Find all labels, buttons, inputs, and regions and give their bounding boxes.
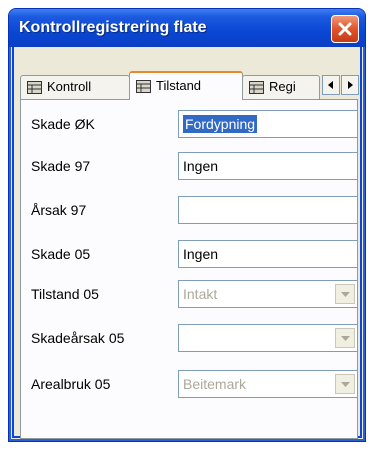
chevron-down-icon: [341, 336, 350, 341]
field-label: Skade 97: [31, 158, 91, 174]
selected-text: Fordypning: [183, 115, 258, 133]
tab-kontroll[interactable]: Kontroll: [20, 75, 130, 99]
skade-ok-input[interactable]: Fordypning: [178, 110, 358, 138]
table-icon: [27, 81, 42, 94]
arsak-97-input[interactable]: [178, 196, 358, 224]
window-title: Kontrollregistrering flate: [19, 19, 207, 36]
chevron-down-icon: [341, 292, 350, 297]
table-icon: [136, 80, 151, 93]
tilstand-05-select[interactable]: Intakt: [178, 280, 358, 308]
field-row-skade-ok: Skade ØK Fordypning: [21, 110, 358, 140]
dialog-window: Kontrollregistrering flate Kontroll Tils…: [8, 8, 366, 442]
arrow-left-icon: [328, 81, 333, 89]
select-value: Beitemark: [183, 376, 247, 392]
tab-scroll-right-button[interactable]: [341, 75, 359, 95]
field-label: Skadeårsak 05: [31, 330, 125, 346]
field-label: Årsak 97: [31, 202, 87, 218]
field-label: Arealbruk 05: [31, 376, 111, 392]
tab-label: Tilstand: [156, 78, 202, 93]
field-row-skadearsak-05: Skadeårsak 05: [21, 324, 358, 354]
tab-label: Kontroll: [47, 79, 92, 94]
field-label: Tilstand 05: [31, 286, 99, 302]
skadearsak-05-select[interactable]: [178, 324, 358, 352]
field-row-arsak-97: Årsak 97: [21, 196, 358, 226]
skade-97-input[interactable]: Ingen: [178, 152, 358, 180]
arrow-right-icon: [348, 81, 353, 89]
arealbruk-05-select[interactable]: Beitemark: [178, 370, 358, 398]
tab-scroll-left-button[interactable]: [322, 75, 340, 95]
dialog-body: Kontroll Tilstand Regi Skade ØK Fordypni…: [12, 47, 362, 439]
dropdown-button[interactable]: [335, 374, 355, 394]
field-row-skade-97: Skade 97 Ingen: [21, 152, 358, 182]
tab-tilstand[interactable]: Tilstand: [129, 71, 243, 100]
title-bar[interactable]: Kontrollregistrering flate: [9, 9, 365, 47]
tab-label: Regi: [269, 79, 296, 94]
field-label: Skade 05: [31, 246, 91, 262]
field-label: Skade ØK: [31, 116, 95, 132]
table-icon: [249, 81, 264, 94]
close-icon: [338, 22, 352, 36]
dropdown-button[interactable]: [335, 328, 355, 348]
skade-05-input[interactable]: Ingen: [178, 240, 358, 268]
close-button[interactable]: [331, 15, 359, 43]
field-row-skade-05: Skade 05 Ingen: [21, 240, 358, 270]
tab-strip: Kontroll Tilstand Regi: [20, 71, 360, 100]
field-row-arealbruk-05: Arealbruk 05 Beitemark: [21, 370, 358, 400]
chevron-down-icon: [341, 382, 350, 387]
dropdown-button[interactable]: [335, 284, 355, 304]
field-row-tilstand-05: Tilstand 05 Intakt: [21, 280, 358, 310]
select-value: Intakt: [183, 286, 218, 302]
tab-panel-tilstand: Skade ØK Fordypning Skade 97 Ingen Årsak…: [20, 99, 358, 439]
tab-regi[interactable]: Regi: [242, 75, 320, 99]
